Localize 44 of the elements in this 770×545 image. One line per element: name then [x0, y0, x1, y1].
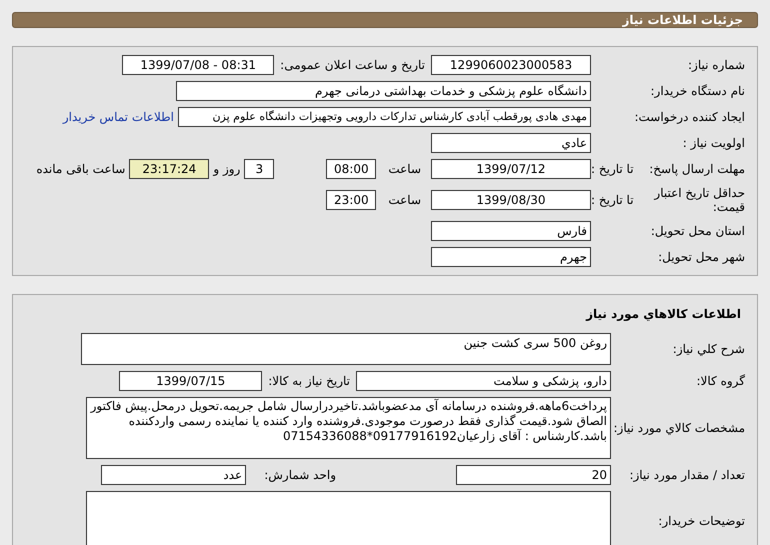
field-label: اولویت نیاز : — [682, 136, 745, 150]
summary-field: روغن 500 سری کشت جنین — [81, 333, 611, 365]
time-field: 08:00 — [326, 159, 376, 179]
field-label: تاریخ و ساعت اعلان عمومی: — [280, 58, 425, 72]
buyer-contact-link[interactable]: اطلاعات تماس خریدار — [62, 110, 174, 124]
announce-date-field: 1399/07/08 - 08:31 — [122, 55, 274, 75]
field-label: تاریخ نیاز به کالا: — [268, 374, 350, 388]
field-label: شماره نیاز: — [688, 58, 745, 72]
goods-group-field: دارو، پزشکی و سلامت — [356, 371, 611, 391]
field-label: روز و — [213, 162, 240, 176]
field-label: حداقل تاریخ اعتبار قیمت: — [652, 186, 745, 214]
field-label: ایجاد کننده درخواست: — [634, 110, 745, 124]
field-label: ساعت — [388, 193, 421, 207]
time-field: 23:00 — [326, 190, 376, 210]
field-label: ساعت باقی مانده — [36, 162, 126, 176]
requester-field: مهدی هادی پورقطب آبادی کارشناس تدارکات دارویی وتجهیزات دانشگاه علوم پزن — [178, 107, 591, 127]
field-label: توضیحات خریدار: — [658, 514, 745, 528]
remaining-time-field: 23:17:24 — [129, 159, 210, 179]
field-label: تا تاریخ : — [591, 193, 634, 207]
field-label: شرح کلي نیاز: — [672, 342, 745, 356]
field-label: مهلت ارسال پاسخ: — [649, 162, 745, 176]
quantity-field: 20 — [456, 465, 611, 485]
field-label: تا تاریخ : — [591, 162, 634, 176]
section-title: اطلاعات کالاهاي مورد نیاز — [584, 306, 742, 323]
days-field: 3 — [244, 159, 274, 179]
field-label: نام دستگاه خریدار: — [650, 84, 745, 98]
field-label: ساعت — [388, 162, 421, 176]
field-label: شهر محل تحویل: — [658, 250, 745, 264]
specs-field: پرداخت6ماهه.فروشنده درسامانه آی مدعضوباشد.تاخیردرارسال شامل جریمه.تحویل درمحل.پیش فاکتور الصاق شود.قیمت گذاری فقط درصورت موجودی.فروشنده وارد کننده یا نماینده رسمی واردکننده باشد.کارشناس : آقای زارعیان09177916192*07154336088 — [86, 397, 611, 459]
page-header: جزئیات اطلاعات نیاز — [12, 12, 758, 28]
date-field: 1399/07/12 — [431, 159, 591, 179]
field-label: مشخصات کالاي مورد نیاز: — [613, 421, 745, 435]
unit-field: عدد — [101, 465, 246, 485]
field-label: تعداد / مقدار مورد نیاز: — [629, 468, 745, 482]
need-date-field: 1399/07/15 — [119, 371, 262, 391]
priority-field: عادي — [431, 133, 591, 153]
city-field: جهرم — [431, 247, 591, 267]
date-field: 1399/08/30 — [431, 190, 591, 210]
field-label: گروه کالا: — [696, 374, 745, 388]
field-label: واحد شمارش: — [264, 468, 336, 482]
field-label: استان محل تحویل: — [650, 224, 745, 238]
need-number-field: 1299060023000583 — [431, 55, 591, 75]
buyer-org-field: دانشگاه علوم پزشکی و خدمات بهداشتی درمانی جهرم — [176, 81, 591, 101]
province-field: فارس — [431, 221, 591, 241]
